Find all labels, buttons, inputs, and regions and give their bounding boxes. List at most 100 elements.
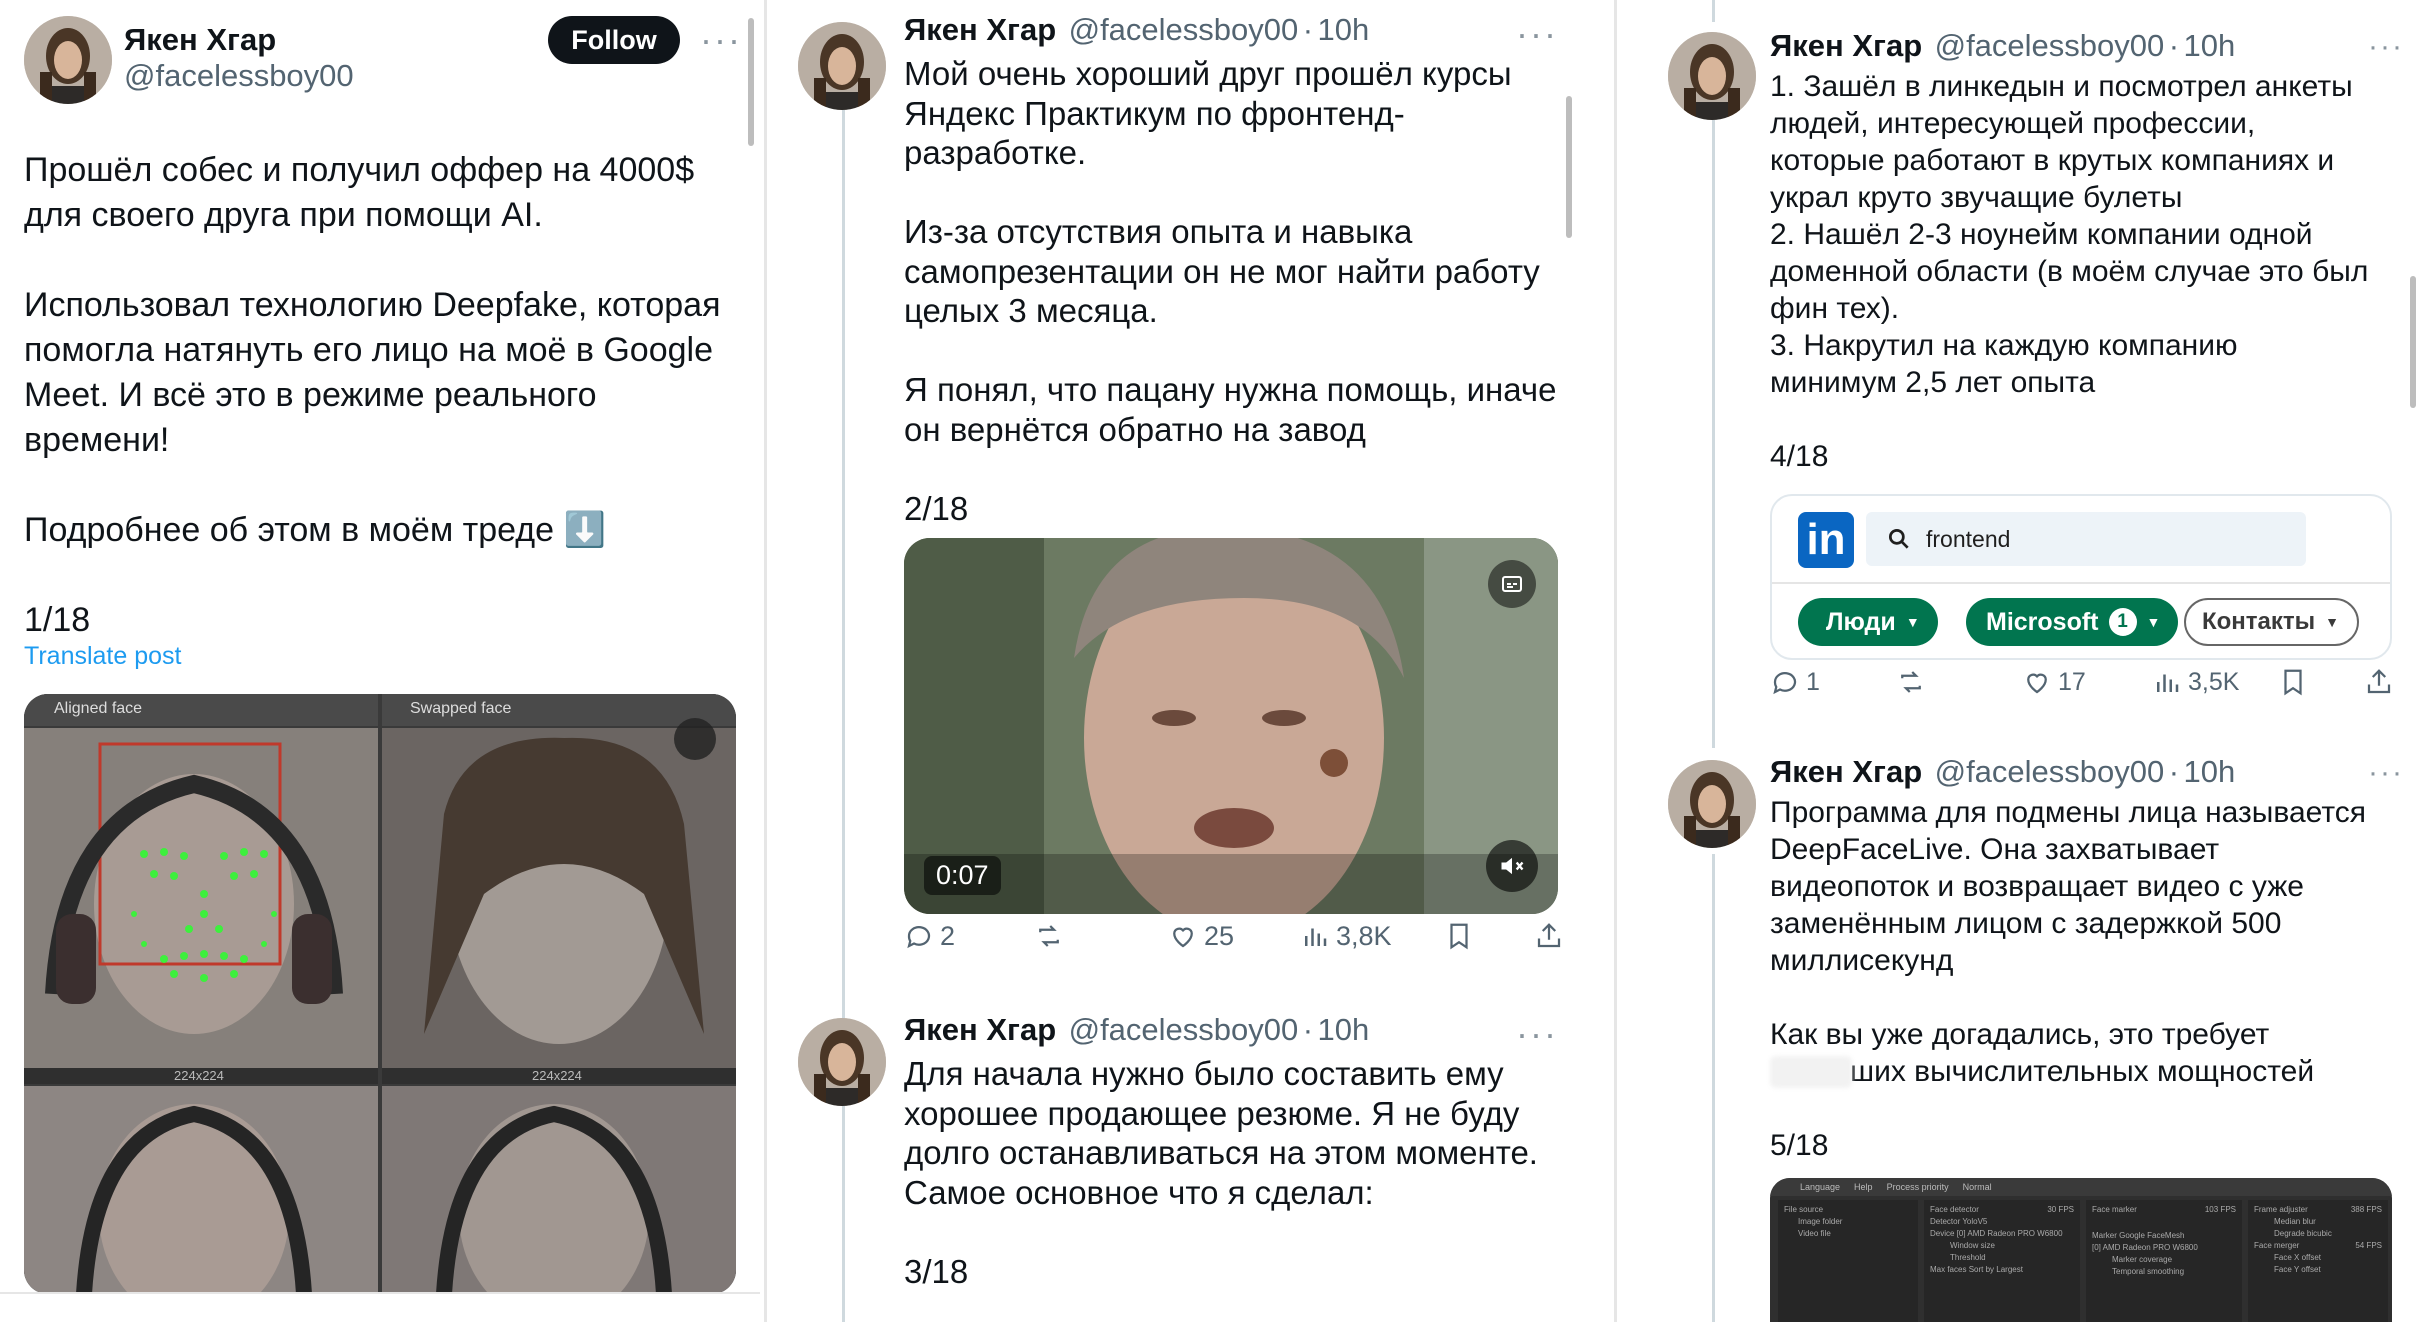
avatar-image [798, 1018, 886, 1106]
caption-aligned-size: 224x224 [174, 1068, 224, 1083]
more-options-icon[interactable]: ··· [2368, 32, 2404, 62]
captions-icon[interactable] [1488, 560, 1536, 608]
reply-count: 1 [1806, 667, 1820, 696]
deepfacelive-preview-image[interactable]: Aligned face Swapped face 224x224 224x22… [24, 694, 736, 1294]
video-timestamp: 0:07 [924, 856, 1001, 895]
tweet-body: Для начала нужно было составить ему хоро… [904, 1055, 1538, 1290]
panel-field: Temporal smoothing [2112, 1267, 2185, 1276]
author-handle[interactable]: @facelessboy00 [1069, 1012, 1299, 1047]
tweet-body: Прошёл собес и получил оффер на 4000$ дл… [24, 151, 721, 639]
reply-button[interactable]: 2 [904, 921, 955, 952]
more-options-icon[interactable]: ··· [700, 22, 742, 58]
tweet-column-2: Якен Хгар @facelessboy00 · 10h ··· Мой о… [776, 0, 1576, 1322]
mute-icon[interactable] [1486, 840, 1538, 892]
column-bottom-divider [0, 1292, 760, 1294]
panel-field: [0] AMD Radeon PRO W6800 [2092, 1243, 2198, 1252]
scrollbar-thumb[interactable] [1566, 96, 1572, 238]
tweet-header: Якен Хгар @facelessboy00 · 10h [1770, 28, 2235, 64]
tweet-header: Якен Хгар @facelessboy00 · 10h [1770, 754, 2235, 790]
author-name[interactable]: Якен Хгар [904, 1012, 1056, 1047]
more-options-icon[interactable]: ··· [1516, 1016, 1558, 1052]
author-handle[interactable]: @facelessboy00 [124, 58, 354, 94]
scrollbar-thumb[interactable] [2410, 276, 2416, 408]
filter-company-button[interactable]: Microsoft 1 ▼ [1966, 598, 2179, 646]
app-panel-file-source: File source Image folder Video file [1778, 1200, 1918, 1322]
tweet-time[interactable]: 10h [1317, 12, 1369, 47]
separator-dot: · [1302, 1012, 1314, 1047]
filter-contacts-label: Контакты [2202, 608, 2316, 635]
chevron-down-icon: ▼ [1905, 614, 1920, 630]
avatar-image [798, 22, 886, 110]
author-avatar[interactable] [798, 22, 886, 110]
share-button[interactable] [1534, 921, 1564, 951]
author-name[interactable]: Якен Хгар [124, 22, 276, 58]
app-menu-item: Normal [1962, 1182, 1992, 1192]
bookmark-icon [2284, 669, 2302, 696]
panel-field: Image folder [1798, 1217, 1843, 1226]
like-button[interactable]: 25 [1168, 921, 1234, 952]
author-handle[interactable]: @facelessboy00 [1069, 12, 1299, 47]
like-button[interactable]: 17 [2022, 667, 2086, 697]
caption-swapped-size: 224x224 [532, 1068, 582, 1083]
app-menu-item: Language [1800, 1182, 1841, 1192]
views-button[interactable]: 3,8K [1300, 921, 1392, 952]
author-name[interactable]: Якен Хгар [1770, 754, 1922, 789]
thread-line [1712, 0, 1715, 22]
tweet-body-partial-line: ших вычислительных мощностей [1850, 1055, 2315, 1088]
bookmark-button[interactable] [1444, 921, 1474, 951]
retweet-button[interactable] [1034, 921, 1064, 951]
more-options-icon[interactable]: ··· [2368, 758, 2404, 788]
author-handle[interactable]: @facelessboy00 [1935, 754, 2165, 789]
reply-icon [1773, 672, 1797, 695]
panel-field: Video file [1798, 1229, 1831, 1238]
heart-icon [2027, 673, 2047, 694]
views-button[interactable]: 3,5K [2152, 667, 2239, 697]
card-divider [1772, 582, 2390, 584]
linkedin-search-card[interactable]: in frontend Люди ▼ Microsoft 1 ▼ Контакт… [1770, 494, 2392, 660]
author-name[interactable]: Якен Хгар [1770, 28, 1922, 63]
retweet-button[interactable] [1896, 667, 1926, 697]
thread-line [1712, 854, 1715, 1322]
tweet-body: Мой очень хороший друг прошёл курсы Янде… [904, 55, 1557, 527]
author-avatar[interactable] [1668, 32, 1756, 120]
author-avatar[interactable] [24, 16, 112, 104]
tweet-time[interactable]: 10h [2183, 754, 2235, 789]
linkedin-logo: in [1798, 512, 1854, 568]
author-avatar[interactable] [1668, 760, 1756, 848]
filter-contacts-button[interactable]: Контакты ▼ [2184, 598, 2360, 646]
panel-field: Median blur [2274, 1217, 2316, 1226]
retweet-icon [1901, 671, 1921, 693]
share-button[interactable] [2364, 667, 2394, 697]
share-icon [1537, 923, 1561, 948]
tweet-time[interactable]: 10h [1317, 1012, 1369, 1047]
column-divider-1 [764, 0, 767, 1322]
label-swapped-face: Swapped face [410, 700, 512, 717]
tweet-body: 1. Зашёл в линкедын и посмотрел анкеты л… [1770, 70, 2369, 473]
translate-post-link[interactable]: Translate post [24, 642, 181, 671]
heart-icon [1173, 927, 1193, 948]
views-icon [1305, 928, 1327, 946]
scrollbar-thumb[interactable] [748, 18, 754, 146]
tweet-header: Якен Хгар @facelessboy00 · 10h [904, 12, 1369, 48]
label-aligned-face: Aligned face [54, 700, 143, 717]
app-menu-item: Process priority [1886, 1182, 1949, 1192]
author-handle[interactable]: @facelessboy00 [1935, 28, 2165, 63]
bookmark-button[interactable] [2278, 667, 2308, 697]
panel-field: Detector YoloV5 [1930, 1217, 1988, 1226]
separator-dot: · [1302, 12, 1314, 47]
thread-line [842, 110, 845, 1322]
follow-button[interactable]: Follow [548, 16, 680, 64]
deepfacelive-app-screenshot[interactable]: Language Help Process priority Normal Fi… [1770, 1178, 2392, 1322]
author-avatar[interactable] [798, 1018, 886, 1106]
filter-people-button[interactable]: Люди ▼ [1798, 598, 1938, 646]
view-count: 3,8K [1336, 920, 1392, 951]
face-swap-grid [24, 694, 736, 1294]
more-options-icon[interactable]: ··· [1516, 16, 1558, 52]
linkedin-search-input[interactable]: frontend [1866, 512, 2306, 566]
reply-button[interactable]: 1 [1770, 667, 1820, 697]
video-player[interactable]: 0:07 [904, 538, 1558, 914]
filter-people-label: Люди [1826, 607, 1896, 636]
app-menu-item: Help [1854, 1182, 1873, 1192]
tweet-time[interactable]: 10h [2183, 28, 2235, 63]
author-name[interactable]: Якен Хгар [904, 12, 1056, 47]
